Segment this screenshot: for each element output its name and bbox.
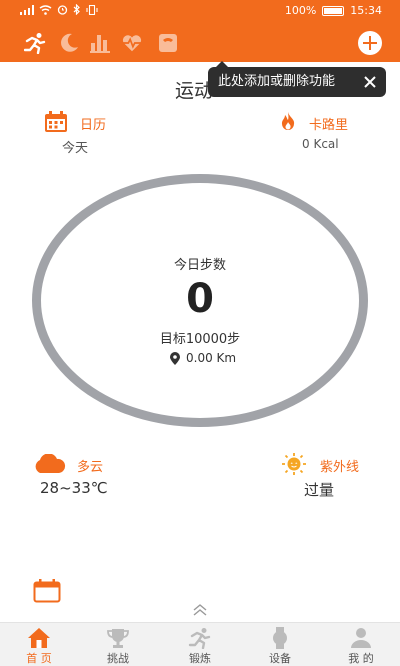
runner-icon	[188, 628, 211, 649]
nav-label: 我 的	[348, 652, 374, 665]
sleep-moon-icon[interactable]	[58, 32, 80, 54]
uv-value: 过量	[304, 481, 335, 499]
calendar-label: 日历	[80, 118, 107, 133]
status-right: 100% 15:34	[285, 4, 382, 17]
signal-icon	[20, 4, 34, 15]
calendar-outline-icon[interactable]	[33, 579, 61, 603]
calendar-value: 今天	[62, 141, 89, 156]
nav-label: 首 页	[26, 652, 52, 665]
nav-profile[interactable]: 我 的	[326, 623, 396, 666]
nav-workout[interactable]: 锻炼	[165, 623, 235, 666]
weather-value: 28~33℃	[40, 479, 108, 497]
calories-value: 0 Kcal	[302, 137, 339, 151]
heart-rate-icon[interactable]	[121, 32, 143, 54]
bluetooth-icon	[73, 4, 80, 15]
watch-icon	[273, 627, 287, 649]
nav-label: 挑战	[107, 652, 129, 665]
cloud-icon	[35, 454, 66, 473]
scale-icon[interactable]	[157, 32, 179, 54]
clock: 15:34	[350, 4, 382, 17]
location-pin-icon	[170, 351, 180, 365]
vibrate-icon	[86, 4, 98, 15]
distance-value: 0.00 Km	[186, 351, 237, 365]
user-icon	[351, 628, 371, 648]
top-bar	[0, 22, 400, 62]
bar-chart-icon[interactable]	[89, 32, 111, 54]
distance-row: 0.00 Km	[170, 351, 236, 365]
chevron-up-icon[interactable]	[192, 603, 208, 617]
steps-target: 目标10000步	[159, 332, 241, 347]
close-icon[interactable]	[362, 67, 378, 97]
sun-icon	[282, 453, 306, 475]
calendar-icon[interactable]	[44, 111, 68, 133]
wifi-icon	[39, 4, 52, 15]
home-icon	[28, 628, 50, 648]
alarm-icon	[57, 5, 68, 15]
battery-percent: 100%	[284, 4, 317, 17]
steps-count: 0	[186, 276, 214, 322]
nav-challenge[interactable]: 挑战	[83, 623, 153, 666]
nav-device[interactable]: 设备	[245, 623, 315, 666]
running-icon[interactable]	[24, 32, 46, 54]
nav-home[interactable]: 首 页	[4, 623, 74, 666]
bottom-nav: 首 页 挑战 锻炼 设备 我 的	[0, 622, 400, 666]
uv-label: 紫外线	[320, 460, 360, 475]
weather-label: 多云	[77, 460, 104, 475]
steps-title: 今日步数	[173, 258, 226, 273]
status-icons	[20, 4, 98, 15]
calories-label: 卡路里	[309, 118, 349, 133]
status-bar: 100% 15:34	[0, 0, 400, 22]
tooltip: 此处添加或删除功能	[208, 61, 386, 97]
trophy-icon	[107, 629, 129, 648]
nav-label: 设备	[269, 652, 291, 665]
tooltip-text: 此处添加或删除功能	[218, 74, 336, 89]
flame-icon	[281, 112, 295, 130]
nav-label: 锻炼	[189, 652, 211, 665]
add-function-button[interactable]	[358, 31, 382, 55]
battery-icon	[322, 5, 345, 16]
